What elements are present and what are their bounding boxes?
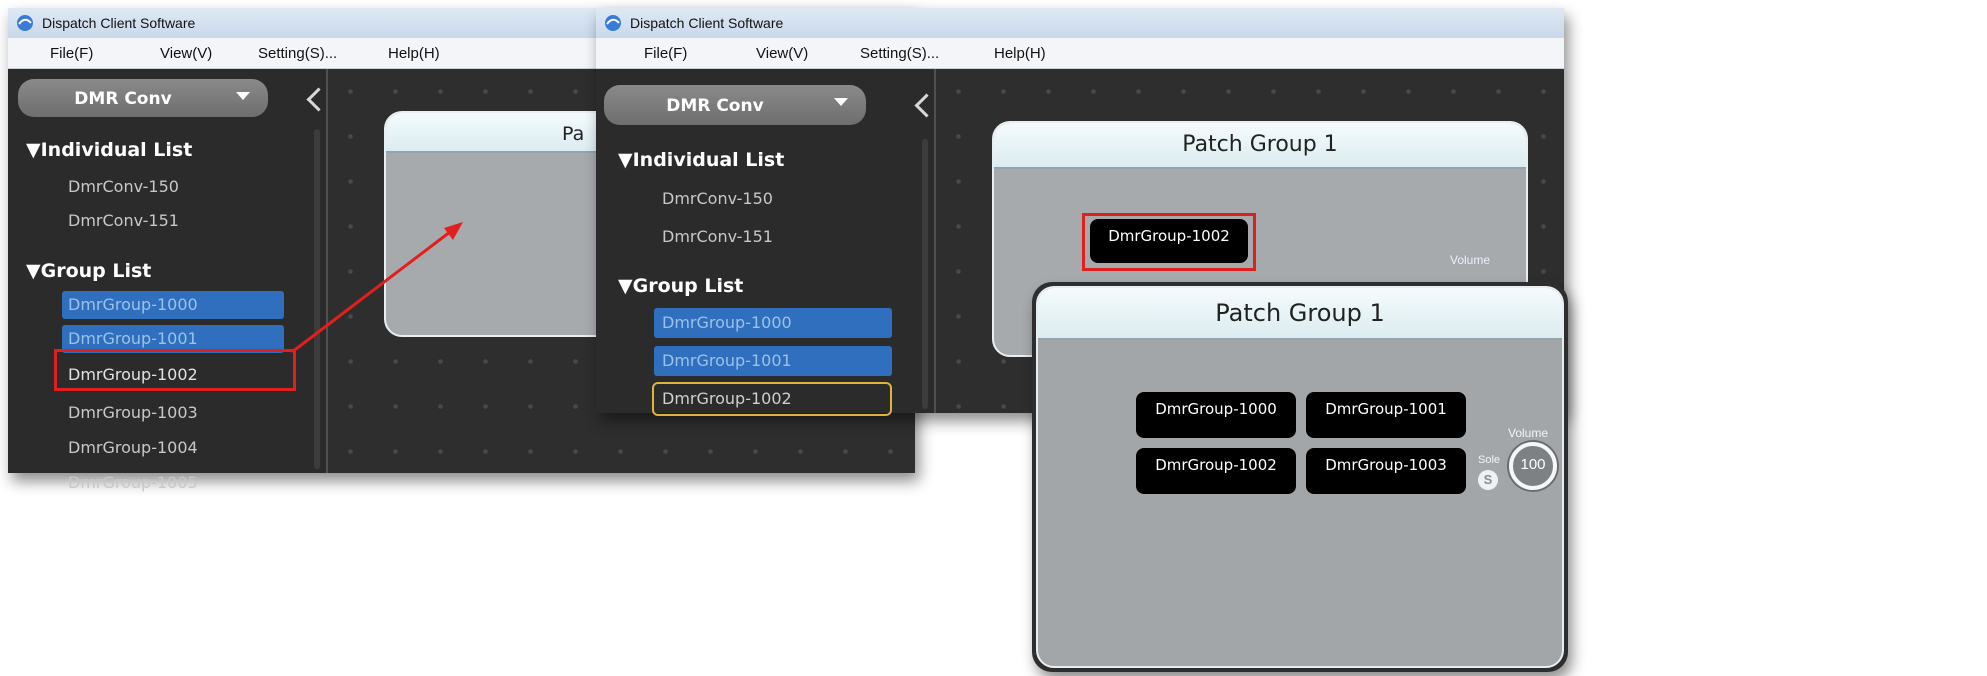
sidebar-scrollbar[interactable] (314, 129, 320, 469)
individual-list-header[interactable]: ▼Individual List (618, 149, 784, 171)
menu-view[interactable]: View(V) (756, 45, 808, 62)
menu-setting[interactable]: Setting(S)... (860, 45, 939, 62)
menu-setting[interactable]: Setting(S)... (258, 45, 337, 62)
list-item[interactable]: DmrConv-151 (662, 227, 773, 246)
group-chip[interactable]: DmrGroup-1003 (1306, 448, 1466, 494)
sole-label: Sole (1478, 454, 1501, 466)
list-item[interactable]: DmrGroup-1003 (68, 403, 198, 422)
menu-view[interactable]: View(V) (160, 45, 212, 62)
window-title: Dispatch Client Software (630, 15, 784, 31)
list-item[interactable]: DmrGroup-1005 (68, 473, 198, 492)
collapse-sidebar-icon[interactable] (914, 93, 939, 118)
patch-group-panel-zoom[interactable]: Patch Group 1 DmrGroup-1000 DmrGroup-100… (1036, 286, 1564, 668)
menu-help[interactable]: Help(H) (994, 45, 1046, 62)
group-list-header[interactable]: ▼Group List (618, 275, 743, 297)
mode-dropdown-label: DMR Conv (666, 96, 764, 116)
volume-value: 100 (1520, 456, 1546, 473)
window-title: Dispatch Client Software (42, 15, 196, 31)
sidebar-scrollbar[interactable] (922, 139, 928, 409)
list-item[interactable]: DmrConv-151 (68, 211, 179, 230)
sidebar: DMR Conv ▼Individual List DmrConv-150 Dm… (8, 69, 331, 492)
mode-dropdown[interactable]: DMR Conv (18, 79, 268, 117)
chevron-down-icon (236, 92, 250, 100)
list-item-selected[interactable]: DmrGroup-1000 (654, 308, 892, 338)
menu-file[interactable]: File(F) (50, 45, 93, 62)
panel-title: Patch Group 1 (994, 123, 1526, 169)
list-item-selected[interactable]: DmrGroup-1001 (654, 346, 892, 376)
group-chip[interactable]: DmrGroup-1001 (1306, 392, 1466, 438)
sole-toggle-icon[interactable]: S (1478, 470, 1498, 490)
menubar: File(F) View(V) Setting(S)... Help(H) (596, 38, 1564, 69)
group-chip[interactable]: DmrGroup-1002 (1136, 448, 1296, 494)
list-item[interactable]: DmrConv-150 (68, 177, 179, 196)
group-chip[interactable]: DmrGroup-1000 (1136, 392, 1296, 438)
individual-list-header[interactable]: ▼Individual List (26, 139, 192, 161)
chevron-down-icon (834, 98, 848, 106)
menu-file[interactable]: File(F) (644, 45, 687, 62)
list-item-selected[interactable]: DmrGroup-1000 (62, 291, 284, 319)
patch-group-zoom-frame: Patch Group 1 DmrGroup-1000 DmrGroup-100… (1032, 282, 1568, 672)
app-logo-icon (17, 15, 33, 31)
mode-dropdown[interactable]: DMR Conv (604, 85, 866, 125)
sidebar: DMR Conv ▼Individual List DmrConv-150 Dm… (596, 69, 939, 416)
menu-help[interactable]: Help(H) (388, 45, 440, 62)
list-item[interactable]: DmrConv-150 (662, 189, 773, 208)
volume-label: Volume (1450, 253, 1491, 267)
volume-label: Volume (1508, 426, 1549, 440)
highlight-box (54, 349, 296, 391)
panel-title: Patch Group 1 (1038, 288, 1562, 340)
volume-knob[interactable]: 100 (1509, 442, 1557, 490)
collapse-sidebar-icon[interactable] (306, 87, 331, 112)
list-item-focused[interactable]: DmrGroup-1002 (652, 382, 892, 416)
app-logo-icon (605, 15, 621, 31)
group-list-header[interactable]: ▼Group List (26, 260, 151, 282)
window-2-titlebar: Dispatch Client Software (596, 8, 1564, 38)
list-item[interactable]: DmrGroup-1004 (68, 438, 198, 457)
highlight-box (1082, 213, 1256, 271)
panel-title-text: Pa (562, 123, 585, 145)
mode-dropdown-label: DMR Conv (74, 89, 172, 109)
